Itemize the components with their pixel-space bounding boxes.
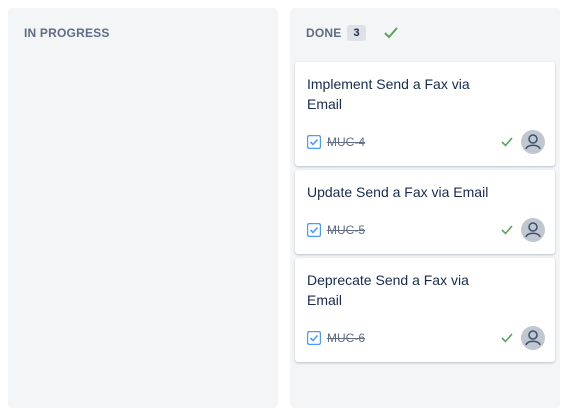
column-title: IN PROGRESS [24, 26, 110, 40]
issue-count-badge: 3 [347, 25, 366, 41]
avatar[interactable] [521, 326, 545, 350]
check-icon [501, 137, 513, 147]
check-icon [501, 225, 513, 235]
checkbox-task-icon [307, 223, 321, 237]
column-header: IN PROGRESS [24, 24, 110, 42]
issue-key[interactable]: MUC-4 [327, 135, 365, 149]
avatar[interactable] [521, 218, 545, 242]
issue-card[interactable]: Implement Send a Fax via Email MUC-4 [295, 62, 555, 166]
column-in-progress: IN PROGRESS [8, 8, 278, 408]
checkbox-task-icon [307, 331, 321, 345]
card-footer: MUC-5 [307, 218, 545, 242]
check-icon [501, 333, 513, 343]
issue-card[interactable]: Update Send a Fax via Email MUC-5 [295, 170, 555, 254]
check-icon [383, 27, 398, 39]
column-done: DONE 3 Implement Send a Fax via Email MU… [290, 8, 560, 408]
card-title: Update Send a Fax via Email [307, 184, 489, 200]
issue-key[interactable]: MUC-5 [327, 223, 365, 237]
card-title: Deprecate Send a Fax via Email [307, 272, 469, 308]
card-footer: MUC-4 [307, 130, 545, 154]
column-header: DONE 3 [306, 24, 398, 42]
checkbox-task-icon [307, 135, 321, 149]
card-title: Implement Send a Fax via Email [307, 76, 470, 112]
card-footer: MUC-6 [307, 326, 545, 350]
issue-key[interactable]: MUC-6 [327, 331, 365, 345]
column-title: DONE [306, 26, 342, 40]
issue-card[interactable]: Deprecate Send a Fax via Email MUC-6 [295, 258, 555, 362]
avatar[interactable] [521, 130, 545, 154]
